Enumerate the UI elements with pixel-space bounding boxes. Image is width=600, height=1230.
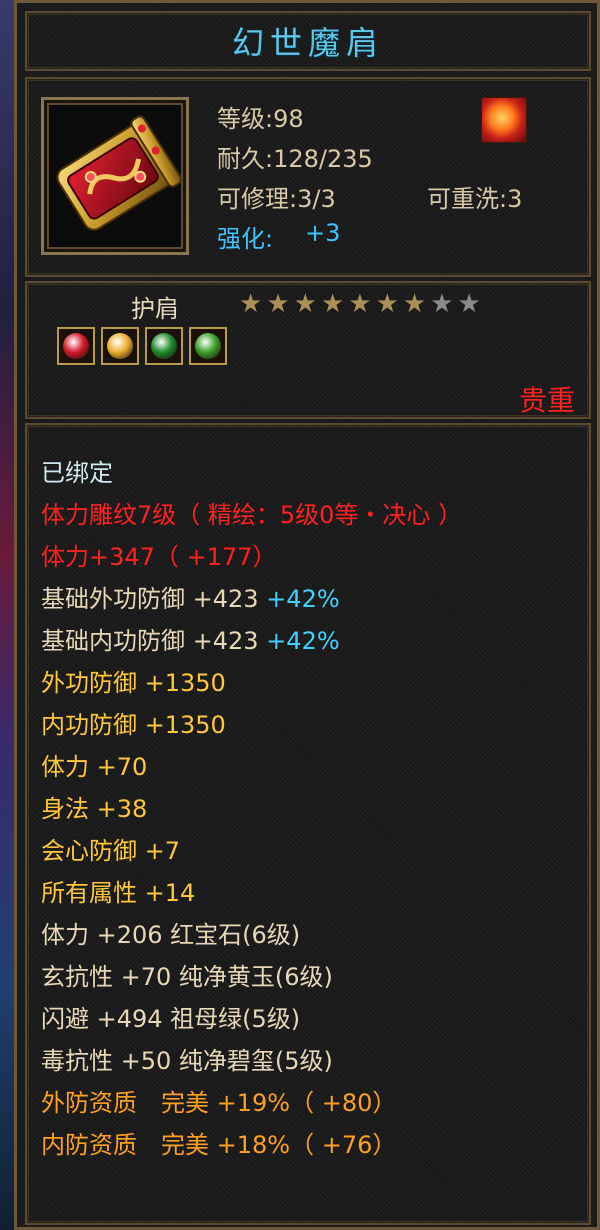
green-gem-icon bbox=[145, 327, 183, 365]
star-empty-icon: ★ bbox=[457, 289, 481, 319]
slot-panel: 护肩 ★ ★ ★ ★ ★ ★ ★ ★ ★ 贵重 bbox=[25, 281, 591, 419]
engrave-stat-line: 体力+347（ +177） bbox=[41, 543, 277, 571]
item-rewash: 可重洗:3 bbox=[427, 185, 523, 213]
base-outer-defense-pct: +42% bbox=[266, 585, 340, 613]
outer-defense-quality: 外防资质 完美 +19%（ +80） bbox=[41, 1089, 397, 1117]
info-panel: 等级:98 耐久:128/235 可修理:3/3 可重洗:3 强化: +3 bbox=[25, 77, 591, 277]
star-rating: ★ ★ ★ ★ ★ ★ ★ ★ ★ bbox=[239, 291, 481, 317]
slot-type: 护肩 bbox=[131, 295, 179, 323]
quality-label: 贵重 bbox=[518, 384, 575, 417]
base-inner-defense-pct: +42% bbox=[266, 627, 340, 655]
gem-stat-1: 体力 +206 红宝石(6级) bbox=[41, 921, 301, 949]
item-repair: 可修理:3/3 bbox=[217, 185, 336, 213]
star-filled-icon: ★ bbox=[375, 289, 399, 319]
inner-defense-quality: 内防资质 完美 +18%（ +76） bbox=[41, 1131, 397, 1159]
all-attributes-stat: 所有属性 +14 bbox=[41, 879, 196, 907]
star-filled-icon: ★ bbox=[266, 289, 290, 319]
item-level: 等级:98 bbox=[217, 105, 304, 133]
crit-defense-stat: 会心防御 +7 bbox=[41, 837, 181, 865]
bound-status: 已绑定 bbox=[41, 459, 113, 487]
title-bar: 幻世魔肩 bbox=[25, 11, 591, 71]
star-filled-icon: ★ bbox=[402, 289, 427, 319]
item-enhance-label: 强化: bbox=[217, 225, 274, 253]
base-inner-defense: 基础内功防御 +423 +42% bbox=[41, 621, 340, 656]
base-outer-defense-value: 基础外功防御 +423 bbox=[41, 585, 259, 613]
item-tooltip: 幻世魔肩 等级:98 耐久:128/235 可修理:3/3 可重洗:3 强化: … bbox=[14, 0, 600, 1230]
item-name: 幻世魔肩 bbox=[231, 24, 384, 62]
star-filled-icon: ★ bbox=[320, 289, 345, 319]
gem-stat-4: 毒抗性 +50 纯净碧玺(5级) bbox=[41, 1047, 333, 1075]
inner-defense: 内功防御 +1350 bbox=[41, 711, 226, 739]
star-filled-icon: ★ bbox=[239, 289, 263, 319]
agility-stat: 身法 +38 bbox=[41, 795, 148, 823]
properties-panel: 已绑定 体力雕纹7级（ 精绘：5级0等・决心 ） 体力+347（ +177） 基… bbox=[25, 423, 591, 1225]
gem-sockets bbox=[57, 327, 227, 365]
shoulder-armor-icon bbox=[41, 97, 189, 255]
base-inner-defense-value: 基础内功防御 +423 bbox=[41, 627, 259, 655]
red-gem-icon bbox=[57, 327, 95, 365]
item-enhance-value: +3 bbox=[305, 219, 341, 247]
item-durability: 耐久:128/235 bbox=[217, 145, 373, 173]
base-outer-defense: 基础外功防御 +423 +42% bbox=[41, 579, 340, 614]
star-filled-icon: ★ bbox=[348, 289, 372, 319]
yellow-gem-icon bbox=[101, 327, 139, 365]
outer-defense: 外功防御 +1350 bbox=[41, 669, 226, 697]
gem-stat-3: 闪避 +494 祖母绿(5级) bbox=[41, 1005, 301, 1033]
background-edge bbox=[0, 0, 14, 1230]
engrave-line: 体力雕纹7级（ 精绘：5级0等・决心 ） bbox=[41, 501, 463, 529]
star-empty-icon: ★ bbox=[430, 289, 454, 319]
gem-stat-2: 玄抗性 +70 纯净黄玉(6级) bbox=[41, 963, 333, 991]
stamina-stat: 体力 +70 bbox=[41, 753, 148, 781]
jade-gem-icon bbox=[189, 327, 227, 365]
flame-badge-icon bbox=[481, 97, 527, 143]
star-filled-icon: ★ bbox=[293, 289, 317, 319]
